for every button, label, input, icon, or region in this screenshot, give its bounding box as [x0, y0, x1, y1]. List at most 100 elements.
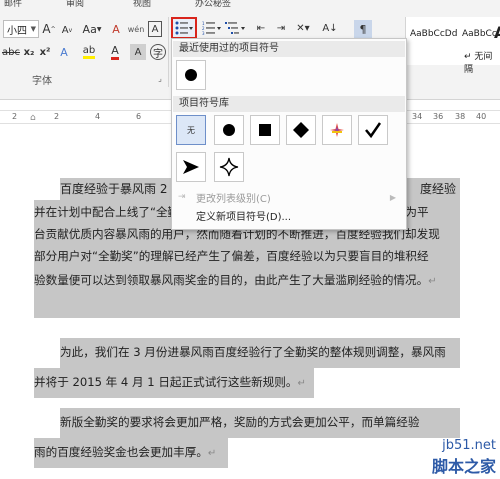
ruler-tick: 38 — [455, 112, 466, 121]
superscript-icon: x² — [39, 46, 51, 58]
enclose-char-icon: 字 — [153, 48, 163, 60]
doc-line-text: 并将于 2015 年 4 月 1 日起正式试行这些新规则。 — [34, 375, 298, 389]
watermark-logo: jb51.net 脚本之家 — [432, 438, 496, 477]
tab-mail[interactable]: 邮件 — [4, 0, 22, 9]
paragraph-mark: ↵ — [297, 378, 306, 389]
chevron-down-icon: ▼ — [30, 25, 36, 33]
char-border-button[interactable]: A — [148, 21, 162, 37]
bullet-checkmark[interactable] — [358, 115, 388, 145]
decrease-indent-button[interactable]: ⇤ — [252, 20, 270, 36]
superscript-button[interactable]: x² — [38, 44, 52, 60]
dialog-launcher-icon[interactable]: ⌟ — [155, 73, 165, 83]
recent-bullet-filled-circle[interactable] — [176, 60, 206, 90]
filled-circle-bullet-icon — [185, 69, 197, 81]
chinese-layout-icon: ✕▾ — [296, 22, 310, 34]
define-new-bullet-label: 定义新项目符号(D)... — [196, 211, 292, 223]
list-level-icon: ⇥ — [178, 192, 186, 202]
bullet-filled-diamond[interactable] — [286, 115, 316, 145]
tab-office-secret[interactable]: 办公秘签 — [195, 0, 231, 9]
chevron-right-icon: ▶ — [389, 192, 396, 202]
diamond-bullet-icon — [293, 122, 309, 138]
font-color-button[interactable]: A — [104, 44, 126, 60]
colorful-star-bullet-icon — [330, 123, 344, 137]
filled-circle-bullet-icon — [223, 124, 235, 136]
doc-line: 验数量便可以达到领取暴风雨奖金的目的，由此产生了大量滥刷经验的情况。↵ — [34, 272, 437, 288]
watermark-url: jb51.net — [442, 438, 496, 453]
shrink-font-icon: A — [61, 24, 69, 36]
four-point-star-bullet-icon — [219, 157, 239, 177]
ruler-tick: 40 — [476, 112, 487, 121]
ruler-tick: 4 — [95, 112, 101, 121]
strikethrough-button[interactable]: abc — [2, 44, 20, 60]
indent-icon: ⇥ — [276, 22, 286, 34]
text-effect-icon: A — [60, 45, 68, 59]
define-new-bullet-item[interactable]: 定义新项目符号(D)... — [176, 206, 402, 224]
bullets-button[interactable] — [171, 17, 197, 39]
change-list-level-label: 更改列表级别(C) — [196, 193, 271, 205]
grow-font-icon: A — [42, 22, 51, 36]
bullet-none-label: 无 — [187, 125, 195, 135]
font-size-combo[interactable]: 小四 ▼ — [3, 20, 39, 38]
subscript-icon: x₂ — [23, 46, 35, 58]
doc-line-text: 雨的百度经验奖金也会更加丰厚。 — [34, 445, 208, 459]
style-normal[interactable]: AaBbCcDd — [410, 29, 457, 39]
subscript-button[interactable]: x₂ — [22, 44, 36, 60]
clear-format-button[interactable]: A — [108, 21, 124, 37]
sort-icon: A↓ — [322, 22, 338, 34]
doc-line: 为此，我们在 3 月份进暴风雨百度经验行了全勤奖的整体规则调整，暴风雨 — [60, 345, 446, 359]
font-color-icon: A — [111, 44, 119, 60]
char-border-icon: A — [151, 23, 159, 35]
filled-square-bullet-icon — [259, 124, 271, 136]
ruler-tick: 2 — [54, 112, 60, 121]
bullet-library-dropdown: 最近使用过的项目符号 项目符号库 无 ⇥ 更改列表级别(C) ▶ 定义新项目符号… — [171, 38, 407, 230]
styles-gallery[interactable]: AaBbCcDd AaBbCcDd A ↵ 无间隔 — [405, 17, 500, 75]
paragraph-mark: ↵ — [428, 276, 437, 287]
increase-indent-button[interactable]: ⇥ — [272, 20, 290, 36]
indent-marker-icon[interactable]: ⌂ — [30, 113, 36, 123]
bullet-none[interactable]: 无 — [176, 115, 206, 145]
recent-bullets-header: 最近使用过的项目符号 — [173, 41, 405, 57]
tab-review[interactable]: 审阅 — [66, 0, 84, 9]
doc-line: 并将于 2015 年 4 月 1 日起正式试行这些新规则。↵ — [34, 374, 306, 390]
watermark-name: 脚本之家 — [431, 457, 496, 476]
shrink-font-button[interactable]: Av — [60, 22, 74, 38]
phonetic-guide-button[interactable]: wén — [127, 21, 145, 37]
doc-line: 部分用户对“全勤奖”的理解已经产生了偏差，百度经验以为只要盲目的堆积经 — [34, 249, 429, 263]
text-effect-button[interactable]: A — [56, 44, 72, 60]
ruler-tick: 36 — [433, 112, 444, 121]
chinese-layout-button[interactable]: ✕▾ — [292, 20, 314, 36]
bullet-four-point-star[interactable] — [214, 152, 244, 182]
char-shading-button[interactable]: A — [130, 44, 146, 60]
doc-line: 度经验 — [420, 182, 457, 196]
bullet-library-header: 项目符号库 — [173, 96, 405, 112]
style-no-spacing-label: ↵ 无间隔 — [464, 49, 500, 75]
highlight-button[interactable]: ab — [78, 44, 100, 60]
sort-button[interactable]: A↓ — [322, 20, 338, 36]
outdent-icon: ⇤ — [256, 22, 266, 34]
numbering-list-icon: 1 2 3 — [202, 21, 221, 35]
bullet-filled-square[interactable] — [250, 115, 280, 145]
change-list-level-item[interactable]: ⇥ 更改列表级别(C) ▶ — [176, 188, 402, 206]
style-arrow-icon: ↵ — [464, 52, 472, 62]
change-case-icon: Aa — [82, 22, 97, 36]
multilevel-list-button[interactable] — [224, 20, 248, 36]
bullet-arrowhead[interactable] — [176, 152, 206, 182]
paragraph-mark: ↵ — [207, 448, 217, 459]
bullet-colorful-star[interactable] — [322, 115, 352, 145]
tab-view[interactable]: 视图 — [133, 0, 151, 9]
grow-font-button[interactable]: A ^ — [42, 21, 56, 37]
font-group-label: 字体 — [32, 76, 52, 87]
change-case-button[interactable]: Aa ▼ — [82, 21, 102, 37]
doc-line-text: 验数量便可以达到领取暴风雨奖金的目的，由此产生了大量滥刷经验的情况。 — [34, 273, 429, 287]
selection-highlight — [34, 288, 460, 318]
enclose-char-button[interactable]: 字 — [150, 44, 166, 60]
clear-format-icon: A — [112, 22, 120, 36]
bullet-filled-circle[interactable] — [214, 115, 244, 145]
show-marks-button[interactable]: ¶ — [354, 20, 372, 38]
checkmark-bullet-icon — [365, 122, 382, 139]
numbering-button[interactable]: 1 2 3 — [201, 20, 223, 36]
phonetic-icon: wén — [127, 24, 145, 34]
style-heading[interactable]: A — [494, 23, 500, 42]
font-size-value: 小四 — [7, 25, 27, 37]
ruler-tick: 6 — [136, 112, 142, 121]
